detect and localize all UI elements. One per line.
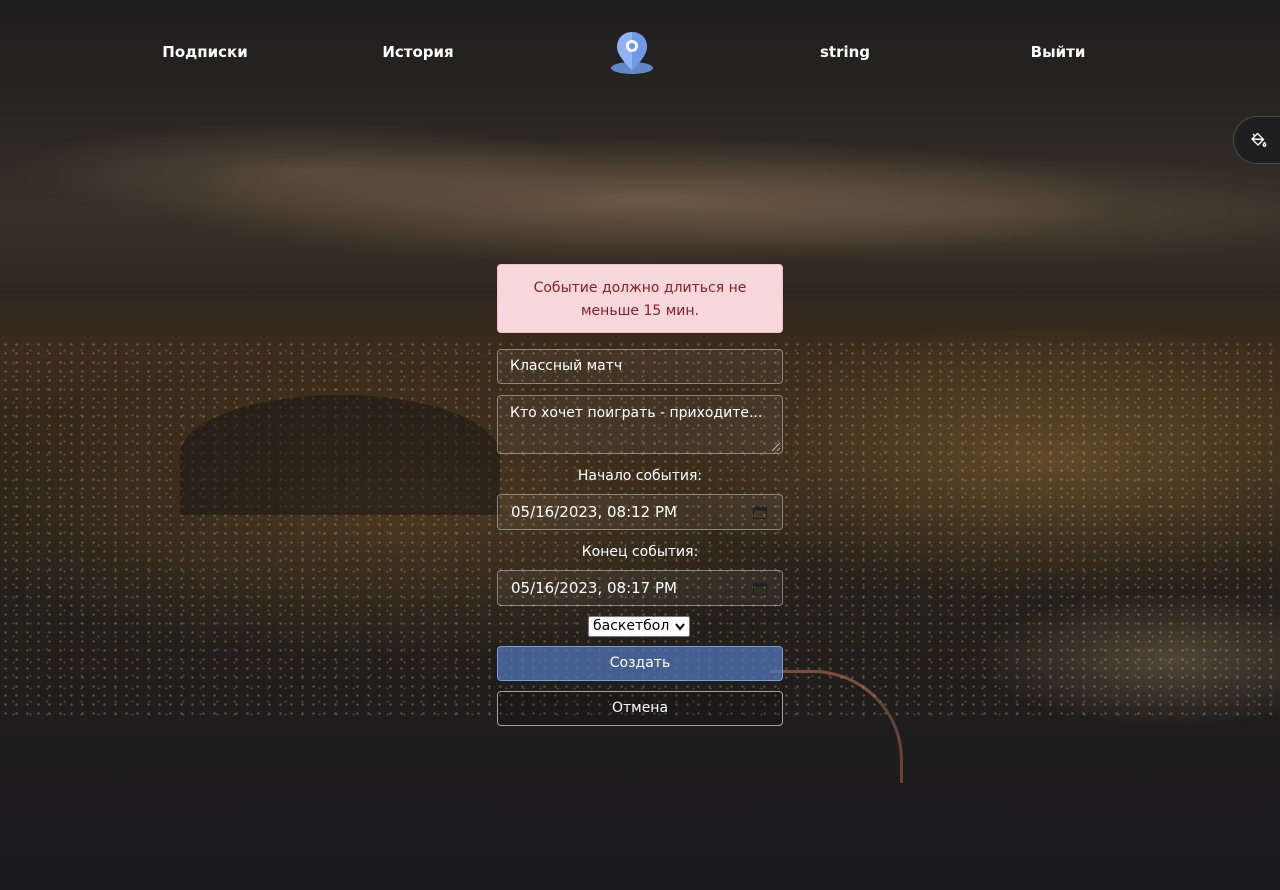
event-title-input[interactable]: Классный матч	[497, 349, 783, 384]
end-datetime-value: 05/16/2023, 08:17 PM	[511, 579, 677, 597]
map-pin-icon[interactable]	[609, 30, 655, 76]
theme-toggle-button[interactable]	[1233, 116, 1280, 164]
create-button[interactable]: Создать	[497, 646, 783, 681]
create-event-form: Событие должно длиться не меньше 15 мин.…	[497, 264, 783, 726]
start-datetime-input[interactable]: 05/16/2023, 08:12 PM	[497, 494, 783, 530]
calendar-icon[interactable]	[753, 506, 767, 519]
chevron-down-icon	[675, 623, 685, 631]
hill-silhouette	[180, 395, 500, 515]
description-text: Кто хочет поиграть - приходите...	[510, 405, 763, 421]
end-time-label: Конец события:	[581, 544, 699, 560]
error-alert: Событие должно длиться не меньше 15 мин.	[497, 264, 783, 333]
nav-subscriptions-link[interactable]: Подписки	[162, 43, 247, 61]
calendar-icon[interactable]	[753, 582, 767, 595]
top-navigation: Подписки История string Выйти	[0, 0, 1280, 108]
end-datetime-input[interactable]: 05/16/2023, 08:17 PM	[497, 570, 783, 606]
event-description-textarea[interactable]: Кто хочет поиграть - приходите...	[497, 395, 783, 454]
start-datetime-value: 05/16/2023, 08:12 PM	[511, 503, 677, 521]
sport-type-selected-value: баскетбол	[593, 618, 670, 634]
resize-handle-icon[interactable]	[772, 443, 780, 451]
cancel-button[interactable]: Отмена	[497, 691, 783, 726]
start-time-label: Начало события:	[577, 468, 703, 484]
nav-history-link[interactable]: История	[382, 43, 453, 61]
nav-logout-link[interactable]: Выйти	[1031, 43, 1086, 61]
nav-username-link[interactable]: string	[820, 43, 870, 61]
sport-type-select[interactable]: баскетбол	[588, 616, 690, 637]
